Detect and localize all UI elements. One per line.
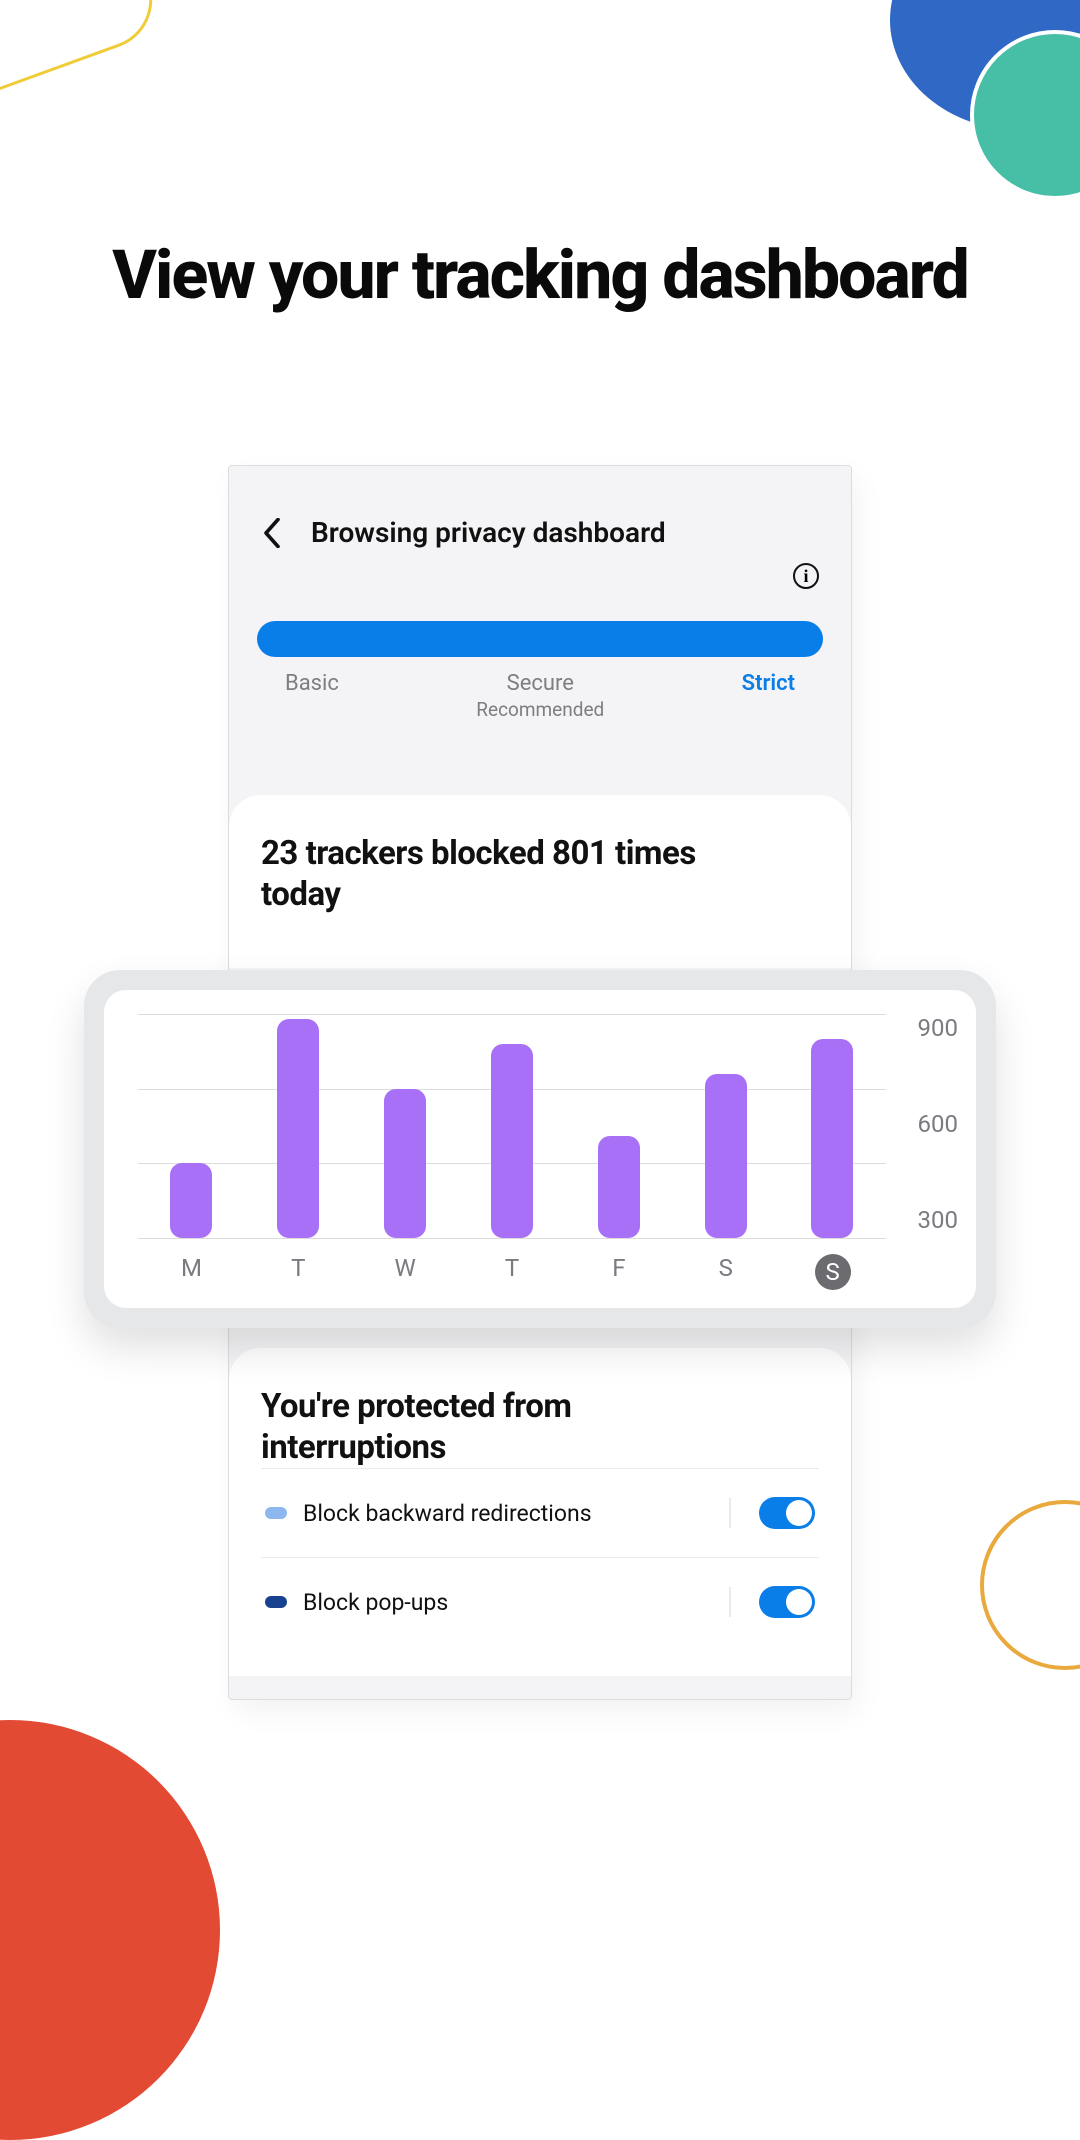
decoration-right-ring <box>980 1500 1080 1670</box>
chart-area: 900 600 300 <box>138 1014 958 1238</box>
privacy-level-strict[interactable]: Strict <box>742 671 795 721</box>
chart-bar[interactable] <box>811 1039 853 1238</box>
chart-bar[interactable] <box>598 1136 640 1238</box>
chart-inner: 900600300 MTWTFSS <box>104 990 976 1308</box>
toggle-block-popups[interactable] <box>759 1586 815 1618</box>
privacy-level-secure-sub: Recommended <box>476 698 604 721</box>
privacy-level-section: i Basic Secure Recommended Strict <box>229 559 851 771</box>
toggle-block-backward[interactable] <box>759 1497 815 1529</box>
protections-card: You're protected from interruptions Bloc… <box>229 1348 851 1677</box>
privacy-level-basic[interactable]: Basic <box>285 671 339 721</box>
protections-headline-line1: You're protected from <box>261 1387 571 1426</box>
chart-bar[interactable] <box>170 1163 212 1238</box>
privacy-level-secure[interactable]: Secure Recommended <box>476 671 604 721</box>
decoration-top-left <box>0 0 166 118</box>
gridline <box>138 1238 886 1239</box>
app-bar: Browsing privacy dashboard <box>229 466 851 559</box>
setting-block-backward-redirections[interactable]: Block backward redirections <box>261 1468 819 1557</box>
popup-icon <box>265 1596 287 1608</box>
separator <box>729 1498 731 1528</box>
page-headline: View your tracking dashboard <box>0 235 1080 315</box>
trackers-headline: 23 trackers blocked 801 times today <box>261 833 819 916</box>
chart-bars-row <box>138 1014 886 1238</box>
chart-x-tick[interactable]: S <box>672 1254 779 1290</box>
chart-panel: 900600300 MTWTFSS <box>84 970 996 1328</box>
info-icon[interactable]: i <box>793 563 819 589</box>
setting-block-popups[interactable]: Block pop-ups <box>261 1557 819 1646</box>
setting-label: Block pop-ups <box>303 1589 701 1616</box>
privacy-level-strict-label: Strict <box>742 671 795 696</box>
chart-x-tick[interactable]: T <box>459 1254 566 1290</box>
chart-bar[interactable] <box>491 1044 533 1238</box>
trackers-card: 23 trackers blocked 801 times today <box>229 795 851 968</box>
chart-bars-zone <box>138 1014 886 1238</box>
decoration-bottom-left <box>0 1720 220 2140</box>
chart-x-tick[interactable]: M <box>138 1254 245 1290</box>
privacy-level-slider[interactable] <box>257 621 823 657</box>
chart-y-tick: 300 <box>918 1206 958 1234</box>
trackers-headline-line1: 23 trackers blocked 801 times <box>261 834 696 873</box>
chart-bar[interactable] <box>277 1019 319 1238</box>
shield-icon <box>265 1507 287 1519</box>
chart-x-tick[interactable]: W <box>352 1254 459 1290</box>
separator <box>729 1587 731 1617</box>
protections-headline: You're protected from interruptions <box>261 1386 819 1469</box>
chart-x-axis: MTWTFSS <box>138 1254 958 1290</box>
privacy-level-basic-label: Basic <box>285 671 339 696</box>
back-icon[interactable] <box>257 518 287 548</box>
chart-y-axis: 900 600 300 <box>886 1014 958 1238</box>
chart-x-tick[interactable]: T <box>245 1254 352 1290</box>
chart-bar[interactable] <box>384 1089 426 1238</box>
setting-label: Block backward redirections <box>303 1500 701 1527</box>
chart-y-tick: 600 <box>918 1110 958 1138</box>
chart-x-tick[interactable]: S <box>779 1254 886 1290</box>
protections-headline-line2: interruptions <box>261 1428 446 1467</box>
app-bar-title: Browsing privacy dashboard <box>311 516 666 549</box>
trackers-headline-line2: today <box>261 875 340 914</box>
privacy-level-secure-label: Secure <box>476 671 604 696</box>
privacy-level-labels: Basic Secure Recommended Strict <box>257 671 823 721</box>
chart-bar[interactable] <box>705 1074 747 1238</box>
chart-y-tick: 900 <box>918 1014 958 1042</box>
chart-x-tick[interactable]: F <box>565 1254 672 1290</box>
